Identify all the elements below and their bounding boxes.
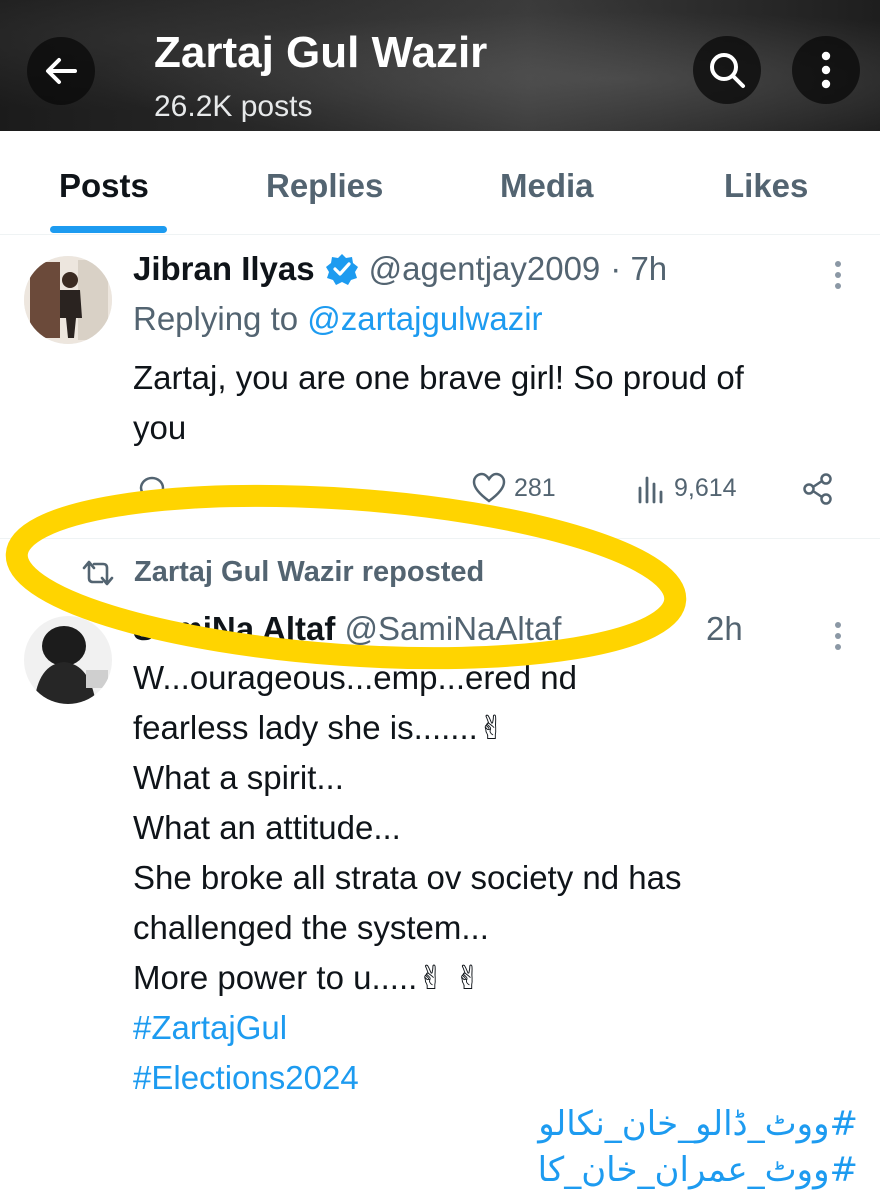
- urdu-hashtag-overlay-2: #ووٹ_عمران_خان_کا: [537, 1150, 858, 1190]
- tweet-time: · 7h: [610, 250, 668, 287]
- tab-likes[interactable]: Likes: [724, 167, 808, 205]
- hashtag-link[interactable]: #ZartajGul: [133, 1003, 853, 1053]
- more-options-icon[interactable]: [830, 259, 846, 291]
- tab-posts[interactable]: Posts: [59, 167, 149, 205]
- tab-media[interactable]: Media: [500, 167, 594, 205]
- more-options-icon[interactable]: [830, 620, 846, 652]
- tweet-author-name[interactable]: Jibran Ilyas: [133, 250, 315, 288]
- arrow-left-icon: [46, 58, 77, 84]
- profile-header: Zartaj Gul Wazir 26.2K posts: [0, 0, 880, 131]
- replying-to-handle[interactable]: @zartajgulwazir: [307, 300, 542, 337]
- verified-badge-icon: [325, 254, 358, 285]
- profile-tabs: Posts Replies Media Likes: [0, 131, 880, 235]
- hashtag-link[interactable]: #Elections2024: [133, 1053, 853, 1103]
- tab-replies[interactable]: Replies: [266, 167, 383, 205]
- views-chart-icon: [638, 476, 663, 504]
- search-button[interactable]: [693, 36, 761, 104]
- search-icon: [710, 53, 745, 88]
- avatar-photo: [24, 256, 112, 344]
- more-vertical-icon: [821, 51, 831, 89]
- posts-count: 26.2K posts: [154, 90, 313, 123]
- views-button[interactable]: 9,614: [636, 472, 737, 504]
- profile-name-title: Zartaj Gul Wazir: [154, 28, 488, 77]
- avatar[interactable]: [24, 256, 112, 344]
- share-button[interactable]: [801, 472, 835, 506]
- urdu-hashtag-overlay-1: #ووٹ_ڈالو_خان_نکالو: [538, 1104, 858, 1144]
- replying-to-line: Replying to @zartajgulwazir: [133, 300, 543, 338]
- more-options-button[interactable]: [792, 36, 860, 104]
- active-tab-indicator: [50, 226, 167, 233]
- share-icon: [803, 473, 832, 505]
- tweet-text: Zartaj, you are one brave girl! So proud…: [133, 359, 744, 446]
- replying-to-label: Replying to: [133, 300, 299, 337]
- back-button[interactable]: [27, 37, 95, 105]
- tweet-text: W...ourageous...emp...ered nd fearless l…: [133, 653, 853, 1103]
- tweet-author-handle[interactable]: @agentjay2009: [369, 250, 601, 288]
- views-count: 9,614: [674, 473, 737, 502]
- tweet-time: 2h: [706, 610, 743, 647]
